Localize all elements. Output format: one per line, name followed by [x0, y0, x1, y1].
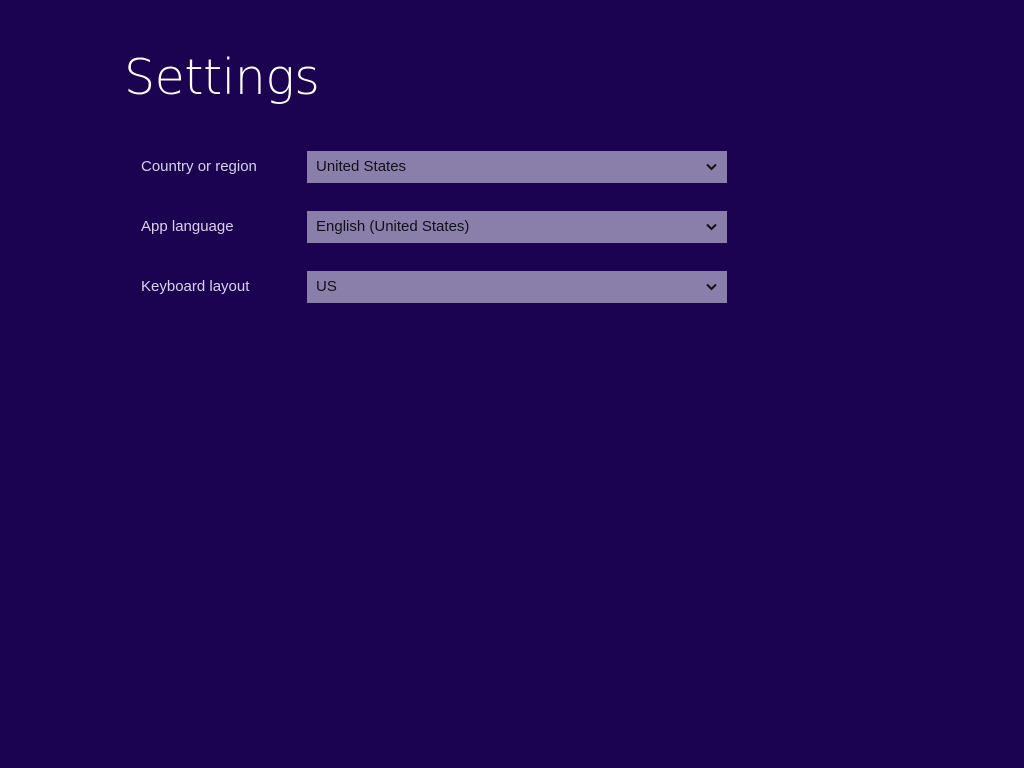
chevron-down-icon [706, 163, 717, 171]
keyboard-layout-dropdown[interactable]: US [307, 271, 727, 303]
app-language-label: App language [141, 218, 234, 235]
country-region-row: Country or region United States [141, 151, 731, 183]
keyboard-layout-row: Keyboard layout US [141, 271, 731, 303]
chevron-down-icon [706, 223, 717, 231]
chevron-down-icon [706, 283, 717, 291]
country-region-value: United States [316, 158, 407, 175]
keyboard-layout-label: Keyboard layout [141, 278, 250, 295]
app-language-value: English (United States) [316, 218, 470, 235]
app-language-dropdown[interactable]: English (United States) [307, 211, 727, 243]
country-region-label: Country or region [141, 158, 257, 175]
country-region-dropdown[interactable]: United States [307, 151, 727, 183]
page-title: Settings [124, 49, 320, 106]
keyboard-layout-value: US [316, 278, 337, 295]
settings-screen: Settings Country or region United States… [0, 0, 1024, 768]
app-language-row: App language English (United States) [141, 211, 731, 243]
